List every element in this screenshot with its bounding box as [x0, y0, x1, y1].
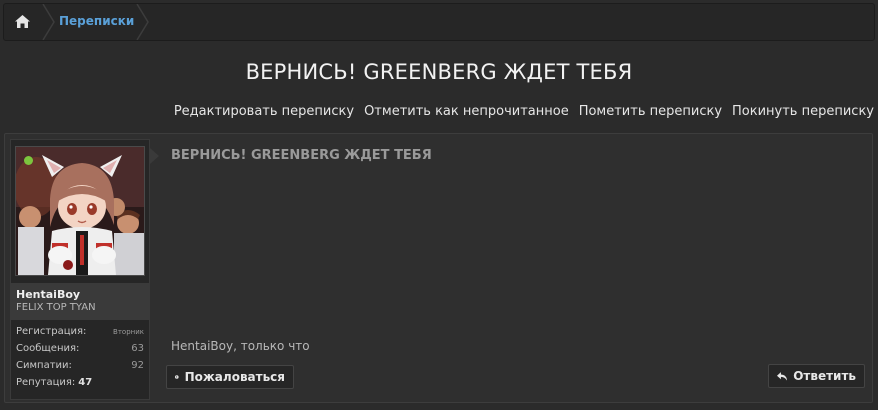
mark-unread-link[interactable]: Отметить как непрочитанное — [364, 104, 569, 119]
username[interactable]: HentaiBoy — [16, 288, 80, 301]
home-button[interactable] — [4, 4, 44, 40]
message-meta[interactable]: HentaiBoy, только что — [171, 339, 310, 353]
star-conversation-link[interactable]: Пометить переписку — [579, 104, 722, 119]
report-button-label: Пожаловаться — [184, 370, 285, 384]
stat-value: 92 — [131, 360, 144, 371]
user-title: FELIX TOP TYAN — [16, 302, 96, 313]
user-stats: Регистрация: Вторник Сообщения: 63 Симпа… — [16, 326, 144, 394]
message-arrow — [150, 148, 159, 164]
online-indicator — [24, 156, 33, 165]
message-title: ВЕРНИСЬ! GREENBERG ЖДЕТ ТЕБЯ — [171, 148, 432, 163]
breadcrumb-separator — [42, 4, 55, 40]
message-user-info: HentaiBoy FELIX TOP TYAN Регистрация: Вт… — [10, 139, 150, 400]
stat-registration: Регистрация: Вторник — [16, 326, 144, 343]
breadcrumb-item-conversations[interactable]: Переписки — [59, 14, 134, 28]
stat-value: 47 — [78, 377, 93, 388]
stat-value: Вторник — [113, 328, 144, 336]
stat-likes: Симпатии: 92 — [16, 360, 144, 377]
home-icon — [15, 15, 30, 28]
message: HentaiBoy FELIX TOP TYAN Регистрация: Вт… — [4, 133, 873, 403]
reply-button-label: Ответить — [793, 369, 856, 383]
stat-value[interactable]: 63 — [131, 343, 144, 354]
stat-messages: Сообщения: 63 — [16, 343, 144, 360]
report-button[interactable]: Пожаловаться — [166, 365, 294, 389]
stat-reputation: Репутация: 47 — [16, 377, 144, 394]
stat-label: Сообщения: — [16, 343, 80, 354]
stat-label: Симпатии: — [16, 360, 72, 371]
alert-icon — [175, 375, 179, 379]
leave-conversation-link[interactable]: Покинуть переписку — [732, 104, 874, 119]
page-title: ВЕРНИСЬ! GREENBERG ЖДЕТ ТЕБЯ — [245, 60, 633, 84]
reply-button[interactable]: Ответить — [768, 364, 865, 388]
conversation-actions: Редактировать переписку Отметить как неп… — [174, 104, 874, 119]
stat-label: Репутация: — [16, 377, 76, 388]
reply-icon — [777, 371, 788, 381]
user-name-box: HentaiBoy FELIX TOP TYAN — [11, 283, 149, 320]
stat-label: Регистрация: — [16, 326, 87, 337]
edit-conversation-link[interactable]: Редактировать переписку — [174, 104, 354, 119]
avatar-image — [16, 147, 144, 275]
breadcrumb-separator — [136, 4, 149, 40]
breadcrumb: Переписки — [3, 3, 875, 41]
avatar[interactable] — [15, 146, 145, 276]
